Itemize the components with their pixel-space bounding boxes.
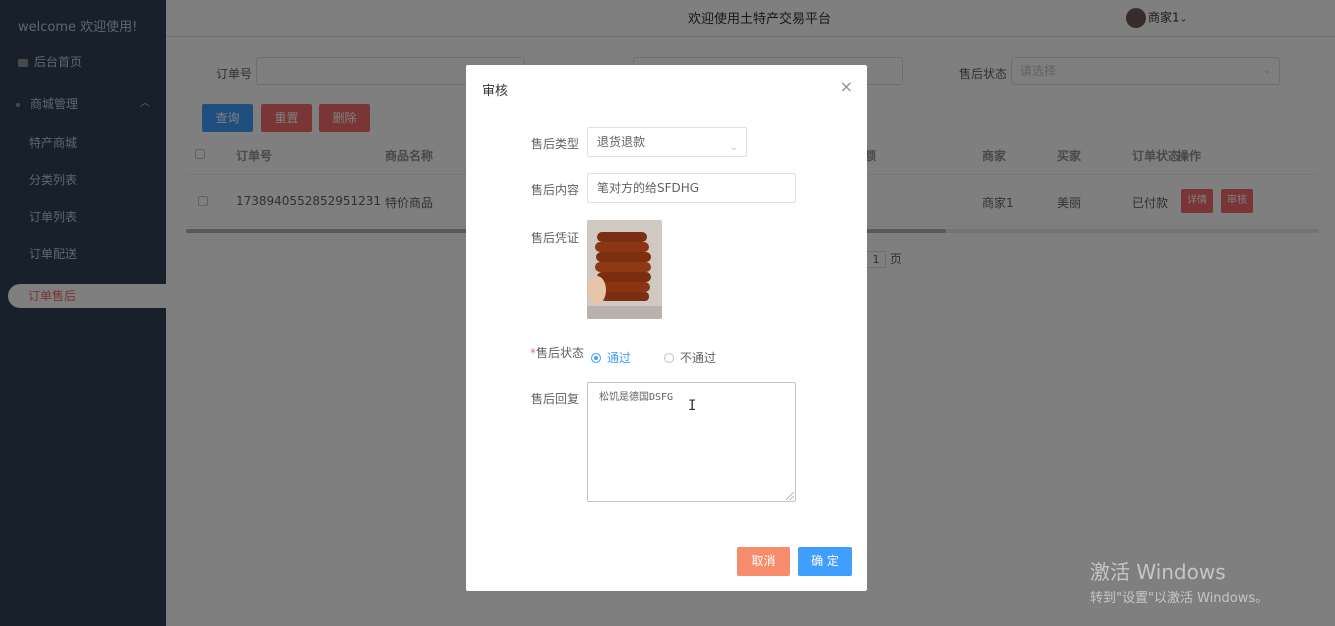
after-sale-type-select[interactable]: 退货退款 ⌄ (587, 127, 747, 157)
text-cursor-icon: I (688, 398, 697, 414)
radio-label: 通过 (607, 351, 632, 365)
status-radio-pass[interactable]: 通过 (591, 349, 631, 366)
after-sale-reply-textarea[interactable]: 松饥是德国DSFG I (587, 382, 796, 502)
radio-checked-icon (591, 352, 601, 363)
cancel-button[interactable]: 取消 (737, 547, 790, 576)
radio-unchecked-icon (664, 352, 674, 363)
reply-text: 松饥是德国DSFG (599, 392, 674, 403)
review-dialog: 审核 × 售后类型 退货退款 ⌄ 售后内容 笔对方的给SFDHG 售后凭证 *售… (466, 65, 867, 591)
after-sale-proof-image[interactable] (587, 220, 662, 319)
dialog-title: 审核 (482, 84, 509, 99)
after-sale-reply-label: 售后回复 (530, 392, 579, 406)
radio-label: 不通过 (680, 351, 717, 365)
after-sale-status-label: *售后状态 (524, 344, 584, 361)
watermark-line-1: 激活 Windows (1090, 560, 1226, 584)
close-icon[interactable]: × (840, 77, 853, 96)
windows-activation-watermark: 激活 Windows 转到"设置"以激活 Windows。 (1090, 556, 1268, 606)
status-label-text: 售后状态 (535, 346, 584, 360)
food-photo-icon (587, 220, 662, 319)
after-sale-type-label: 售后类型 (530, 137, 579, 151)
chevron-down-icon: ⌄ (729, 142, 738, 153)
resize-handle-icon[interactable] (786, 492, 794, 500)
after-sale-proof-label: 售后凭证 (530, 231, 579, 245)
status-radio-reject[interactable]: 不通过 (664, 349, 716, 366)
after-sale-content-input[interactable]: 笔对方的给SFDHG (587, 173, 796, 203)
watermark-line-2: 转到"设置"以激活 Windows。 (1090, 591, 1269, 606)
after-sale-content-label: 售后内容 (530, 183, 579, 197)
after-sale-type-value: 退货退款 (597, 135, 646, 149)
confirm-button[interactable]: 确 定 (798, 547, 852, 576)
